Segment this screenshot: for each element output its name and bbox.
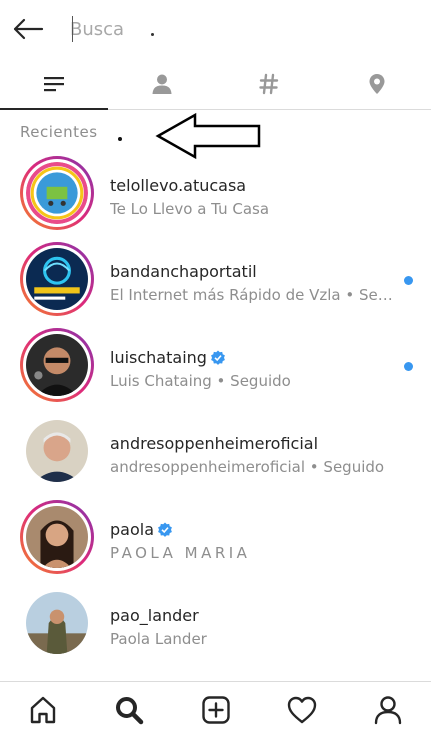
search-field[interactable]	[70, 14, 410, 44]
back-arrow-icon	[13, 18, 44, 40]
nav-activity[interactable]	[259, 682, 345, 738]
list-item[interactable]: luischataing Luis Chataing • Seguido	[0, 322, 431, 408]
activity-heart-icon	[287, 696, 316, 724]
nav-new-post[interactable]	[172, 682, 258, 738]
new-post-icon	[201, 696, 230, 724]
tab-people[interactable]	[108, 58, 216, 109]
stray-dot	[118, 137, 122, 141]
unread-dot	[404, 276, 413, 285]
avatar-image	[26, 248, 88, 310]
list-item[interactable]: paola PAOLA MARIA	[0, 494, 431, 580]
username: paola	[110, 520, 173, 539]
username: bandanchaportatil	[110, 262, 257, 281]
verified-badge-icon	[211, 350, 225, 365]
search-input[interactable]	[70, 14, 410, 44]
list-item[interactable]: pao_lander Paola Lander	[0, 580, 431, 666]
avatar-image	[26, 506, 88, 568]
avatar[interactable]	[20, 586, 94, 660]
tab-places[interactable]	[323, 58, 431, 109]
subtitle: El Internet más Rápido de Vzla • Seg...	[110, 286, 400, 304]
location-pin-icon	[369, 73, 385, 94]
avatar[interactable]	[20, 500, 94, 574]
search-tabs	[0, 58, 431, 110]
profile-icon	[374, 696, 402, 725]
list-item[interactable]: telollevo.atucasa Te Lo Llevo a Tu Casa	[0, 150, 431, 236]
nav-search[interactable]	[86, 682, 172, 738]
tab-tags[interactable]	[216, 58, 324, 109]
text-cursor	[72, 16, 73, 42]
home-icon	[30, 696, 56, 724]
username: andresoppenheimeroficial	[110, 434, 319, 453]
username: pao_lander	[110, 606, 199, 625]
avatar[interactable]	[20, 414, 94, 488]
avatar[interactable]	[20, 156, 94, 230]
nav-home[interactable]	[0, 682, 86, 738]
back-button[interactable]	[10, 12, 46, 46]
username: telollevo.atucasa	[110, 176, 247, 195]
subtitle: Luis Chataing • Seguido	[110, 372, 291, 390]
top-bar	[0, 0, 431, 58]
unread-dot	[404, 362, 413, 371]
search-icon	[116, 697, 144, 725]
list-item[interactable]: andresoppenheimeroficial andresoppenheim…	[0, 408, 431, 494]
tab-top[interactable]	[0, 58, 108, 110]
stray-dot	[151, 33, 154, 36]
avatar-image	[26, 162, 88, 224]
list-item[interactable]: bandanchaportatil El Internet más Rápido…	[0, 236, 431, 322]
avatar-image	[26, 420, 88, 482]
subtitle: andresoppenheimeroficial • Seguido	[110, 458, 385, 476]
avatar-image	[26, 334, 88, 396]
person-icon	[152, 74, 172, 94]
bottom-nav	[0, 681, 431, 738]
nav-profile[interactable]	[345, 682, 431, 738]
hashtag-icon	[259, 73, 279, 94]
list-icon	[43, 76, 64, 91]
recent-label: Recientes	[20, 123, 98, 141]
avatar[interactable]	[20, 242, 94, 316]
subtitle: Te Lo Llevo a Tu Casa	[110, 200, 270, 218]
username: luischataing	[110, 348, 226, 367]
subtitle: Paola Lander	[110, 630, 207, 648]
verified-badge-icon	[158, 522, 172, 537]
avatar[interactable]	[20, 328, 94, 402]
subtitle: PAOLA MARIA	[110, 544, 251, 562]
avatar-image	[26, 592, 88, 654]
